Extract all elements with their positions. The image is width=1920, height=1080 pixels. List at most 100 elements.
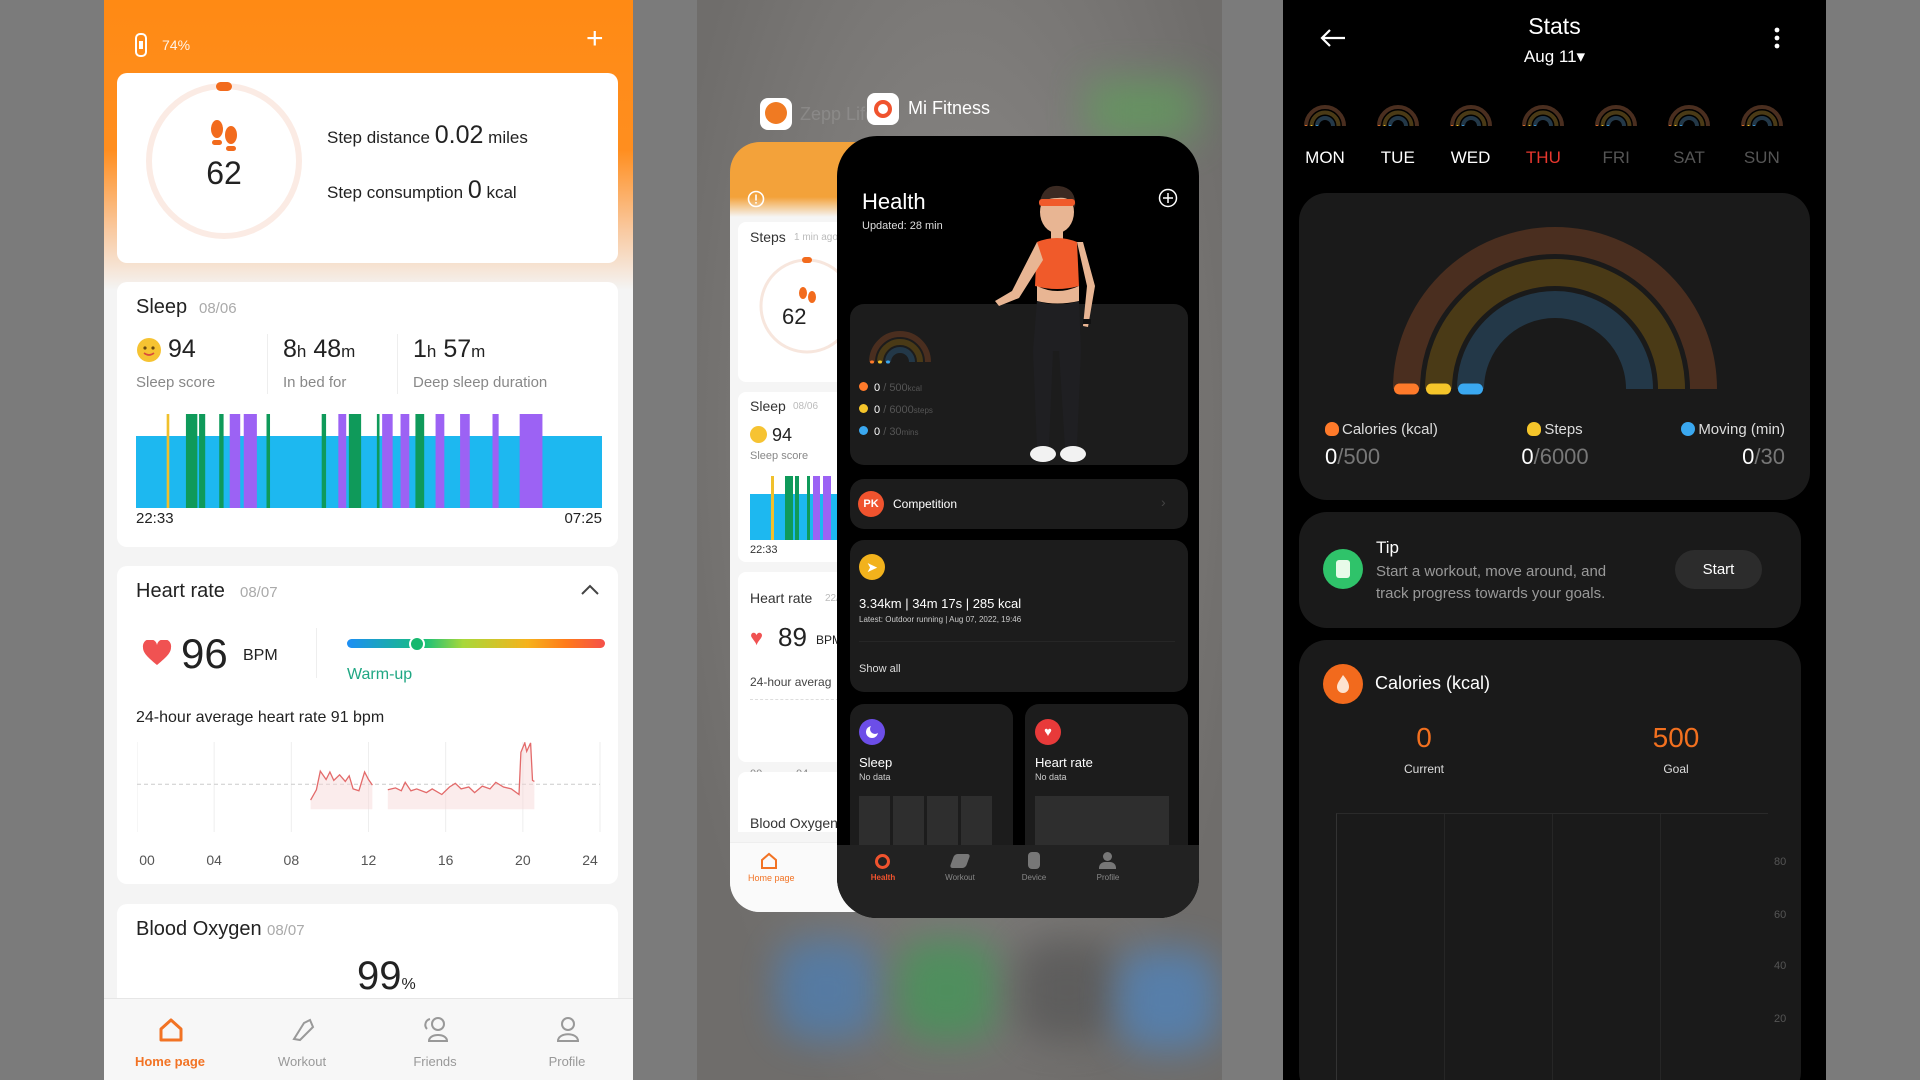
calories-title: Calories (kcal)	[1375, 673, 1491, 693]
shoe-icon	[292, 1018, 315, 1042]
nav-workout[interactable]: Workout	[935, 851, 985, 891]
day-tab-thu[interactable]: THU	[1513, 148, 1573, 168]
sleep-label: Sleep	[750, 398, 786, 414]
step-distance: Step distance 0.02 miles	[327, 121, 528, 150]
heart-rate-chart: 00 04 08 12 16 20 24	[137, 742, 601, 868]
clock-icon	[859, 426, 868, 435]
day-tab-sun[interactable]: SUN	[1732, 148, 1792, 168]
bottom-nav: Health Workout Device Profile	[837, 845, 1199, 918]
ring-track	[1460, 116, 1481, 126]
ring-track	[1606, 116, 1627, 126]
metric-value: 0	[1325, 444, 1338, 469]
nav-health[interactable]: Health	[863, 851, 903, 891]
steps-time: 1 min ago	[794, 232, 838, 243]
tip-text-line1: Start a workout, move around, and	[1376, 563, 1607, 580]
nav-label: Profile	[548, 1054, 586, 1069]
metric-value: 0	[1742, 444, 1755, 469]
day-rings-icon[interactable]	[1449, 100, 1493, 126]
dock-app-icon	[777, 940, 877, 1040]
blurred-background	[1087, 80, 1197, 140]
ring-progress-2	[1458, 383, 1483, 395]
nav-profile[interactable]: Profile	[522, 1007, 612, 1077]
minutes-unit: m	[471, 342, 486, 361]
day-rings-icon[interactable]	[1376, 100, 1420, 126]
mi-fitness-app-name: Mi Fitness	[908, 98, 991, 118]
mi-metric-value: 0	[874, 426, 881, 438]
day-rings-icon[interactable]	[1594, 100, 1638, 126]
mi-metric-row: 0 / 30mins	[859, 426, 918, 438]
heart-rate-card[interactable]: Heart rate 08/07 96 BPM Warm-up 24-hour …	[117, 566, 618, 884]
calories-current-label: Current	[1403, 762, 1444, 776]
home-icon	[761, 852, 777, 869]
profile-icon	[556, 1017, 580, 1042]
nav-profile[interactable]: Profile	[1083, 851, 1133, 891]
sleep-segment-deep	[348, 414, 362, 508]
nav-label: Health	[870, 873, 896, 882]
metric-label: Steps	[1544, 421, 1583, 438]
day-tab-fri[interactable]: FRI	[1586, 148, 1646, 168]
deep-sleep-label: Deep sleep duration	[413, 374, 548, 391]
mi-metric-goal: 30	[889, 426, 902, 438]
sleep-stage-chart	[136, 414, 602, 508]
in-bed-hours: 8	[283, 335, 297, 363]
day-tab-wed[interactable]: WED	[1441, 148, 1501, 168]
day-tab-sat[interactable]: SAT	[1659, 148, 1719, 168]
mi-metric-value: 0	[874, 382, 881, 394]
y-tick: 40	[1774, 960, 1787, 972]
band-icon	[135, 33, 147, 57]
workout-latest: Latest: Outdoor running | Aug 07, 2022, …	[859, 615, 1022, 624]
metric-value: 0	[1521, 444, 1534, 469]
nav-home-page[interactable]: Home page	[125, 1007, 215, 1077]
day-rings-icon[interactable]	[1521, 100, 1565, 126]
calories-current: 0	[1416, 722, 1432, 753]
info-icon	[747, 190, 765, 208]
x-tick-label: 12	[361, 852, 377, 868]
flame-icon	[1325, 422, 1339, 436]
heart-tile-title: Heart rate	[1035, 755, 1093, 770]
day-rings-icon[interactable]	[1667, 100, 1711, 126]
more-options-icon[interactable]	[1773, 26, 1781, 50]
divider	[316, 628, 317, 678]
sleep-segment-deep	[185, 414, 198, 508]
day-tab-tue[interactable]: TUE	[1368, 148, 1428, 168]
dock-app-icon	[1117, 950, 1217, 1050]
mi-metric-goal: 500	[889, 382, 908, 394]
steps-count: 62	[782, 304, 807, 329]
show-all-link[interactable]: Show all	[859, 663, 901, 675]
sleep-segment-rem	[435, 414, 445, 508]
sleep-segment-rem	[382, 414, 393, 508]
zepp-app-name: Zepp Life	[800, 104, 876, 124]
start-button[interactable]: Start	[1675, 550, 1762, 589]
day-tab-mon[interactable]: MON	[1295, 148, 1355, 168]
hours-unit: h	[426, 342, 437, 361]
sleep-title: Sleep	[136, 296, 188, 318]
metric-label: Calories (kcal)	[1342, 421, 1438, 438]
average-heart-rate: 24-hour average heart rate 91 bpm	[136, 709, 385, 726]
nav-device[interactable]: Device	[1009, 851, 1059, 891]
nav-friends[interactable]: Friends	[390, 1007, 480, 1077]
mi-metric-unit: mins	[901, 428, 919, 437]
date-selector[interactable]: Aug 11▾	[1283, 47, 1826, 67]
chevron-up-icon[interactable]	[580, 584, 600, 596]
sleep-segment-rem	[460, 414, 470, 508]
sleep-segment-deep	[219, 414, 224, 508]
steps-card[interactable]: 62 Step distance 0.02 miles Step consump…	[117, 73, 618, 263]
plus-icon[interactable]: +	[586, 22, 604, 56]
metric-goal: /6000	[1533, 444, 1589, 469]
calories-chart	[1336, 813, 1768, 1080]
mi-fitness-app-icon[interactable]	[867, 93, 899, 125]
mi-fitness-app-card[interactable]: Health Updated: 28 min PK Competition › …	[837, 136, 1199, 918]
add-circle-icon[interactable]	[1158, 188, 1178, 208]
minutes-unit: m	[341, 342, 356, 361]
deep-hours: 1	[413, 335, 427, 363]
ring-progress-0	[870, 360, 874, 364]
day-rings-icon[interactable]	[1740, 100, 1784, 126]
day-rings-icon[interactable]	[1303, 100, 1347, 126]
zepp-app-icon[interactable]	[760, 98, 792, 130]
step-distance-label: Step distance	[327, 128, 431, 147]
nav-workout[interactable]: Workout	[257, 1007, 347, 1077]
nav-label: Device	[1021, 873, 1047, 882]
blood-oxygen-date: 08/07	[267, 922, 305, 939]
nav-label: Workout	[945, 873, 975, 882]
sleep-card[interactable]: Sleep 08/06 94 Sleep score 8h 48m In bed…	[117, 282, 618, 547]
